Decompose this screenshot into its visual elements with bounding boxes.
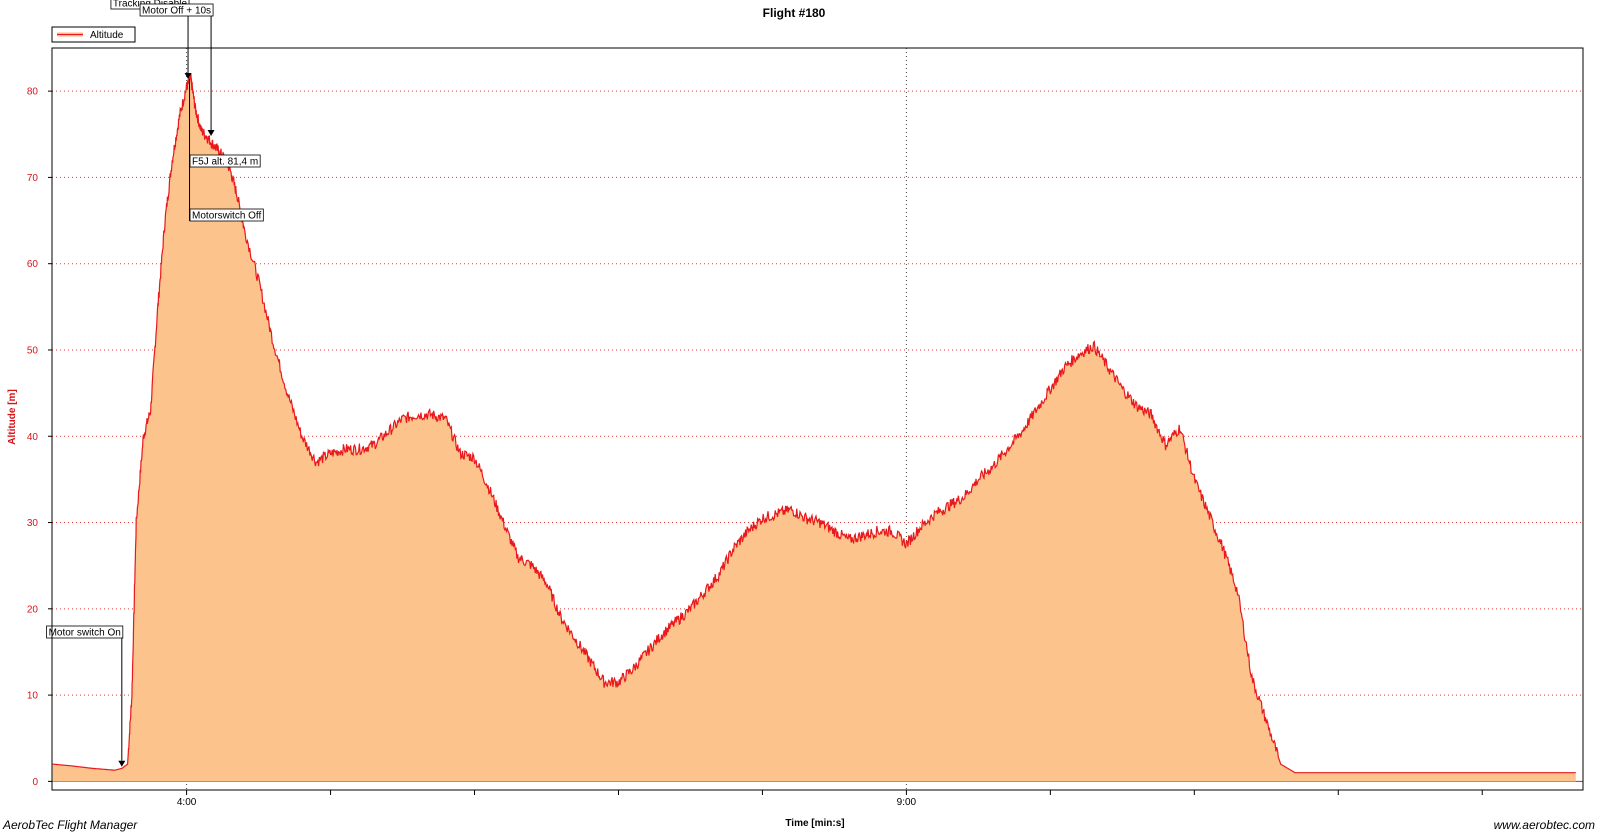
footer-app-name: AerobTec Flight Manager	[2, 818, 138, 832]
annotation-motor-switch-on: Motor switch On	[49, 628, 121, 639]
legend-entry-altitude: Altitude	[90, 30, 124, 41]
y-tick-label: 80	[27, 87, 39, 98]
y-tick-label: 60	[27, 259, 39, 270]
legend: Altitude	[51, 26, 136, 43]
y-axis-label: Altitude [m]	[7, 389, 18, 445]
y-tick-label: 40	[27, 432, 39, 443]
altitude-chart: Motor switch OnTracking DisableMotor Off…	[0, 0, 1600, 835]
y-tick-label: 0	[32, 777, 38, 788]
y-tick-label: 50	[27, 345, 39, 356]
y-tick-label: 10	[27, 691, 39, 702]
x-tick-label: 4:00	[177, 797, 197, 808]
chart-title: Flight #180	[763, 6, 826, 20]
footer-website: www.aerobtec.com	[1494, 818, 1595, 832]
y-tick-label: 70	[27, 173, 39, 184]
y-tick-label: 20	[27, 604, 39, 615]
x-tick-label: 9:00	[897, 797, 917, 808]
annotation-motorswitch-off: Motorswitch Off	[192, 211, 261, 222]
annotation-motor-off: Motor Off + 10s	[142, 6, 211, 17]
annotation-f5j-altitude: F5J alt. 81,4 m	[192, 157, 258, 168]
x-axis-label: Time [min:s]	[785, 818, 844, 829]
y-tick-label: 30	[27, 518, 39, 529]
